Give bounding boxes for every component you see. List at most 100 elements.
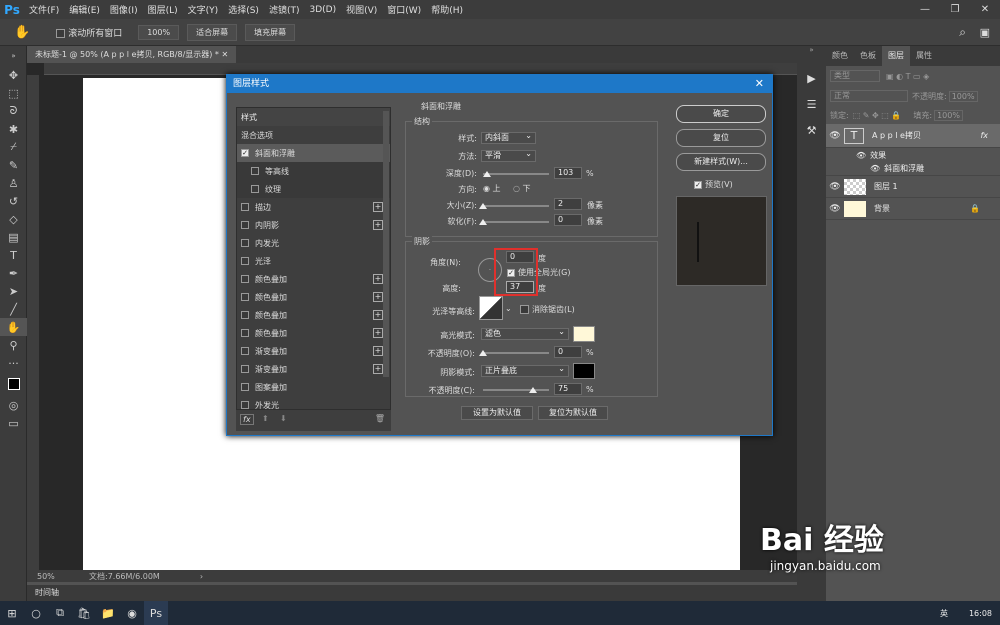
add-icon[interactable]: + bbox=[373, 202, 383, 212]
depth-input[interactable]: 103 bbox=[554, 167, 582, 179]
quick-mask-icon[interactable]: ◎ bbox=[0, 396, 27, 414]
technique-select[interactable]: 平滑 bbox=[481, 149, 536, 162]
soften-slider[interactable] bbox=[483, 221, 549, 223]
styles-header[interactable]: 样式 bbox=[237, 108, 390, 126]
highlight-opacity-handle[interactable] bbox=[479, 350, 487, 356]
shadow-opacity-handle[interactable] bbox=[529, 387, 537, 393]
style-item-pattern-overlay[interactable]: 图案叠加 bbox=[237, 378, 390, 396]
brush-tool-icon[interactable]: ✎ bbox=[0, 156, 27, 174]
checkbox-checked-icon[interactable]: ✓ bbox=[241, 149, 249, 157]
filter-kind-select[interactable]: 类型 bbox=[830, 70, 880, 82]
menu-select[interactable]: 选择(S) bbox=[223, 3, 264, 16]
trash-icon[interactable]: 🗑 bbox=[375, 414, 385, 423]
fit-screen-button[interactable]: 适合屏幕 bbox=[187, 23, 238, 41]
preview-checkbox[interactable]: ✓ 预览(V) bbox=[694, 179, 733, 190]
menu-image[interactable]: 图像(I) bbox=[105, 3, 143, 16]
fx-badge[interactable]: fx bbox=[980, 131, 988, 140]
eye-icon[interactable]: 👁 bbox=[826, 182, 844, 192]
menu-view[interactable]: 视图(V) bbox=[341, 3, 382, 16]
soften-slider-handle[interactable] bbox=[479, 219, 487, 225]
menu-filter[interactable]: 滤镜(T) bbox=[264, 3, 305, 16]
hand-tool-icon[interactable]: ✋ bbox=[14, 25, 30, 40]
style-item-color-overlay[interactable]: 颜色叠加 + bbox=[237, 270, 390, 288]
bevel-style-select[interactable]: 内斜面 bbox=[481, 131, 536, 144]
checkbox[interactable] bbox=[241, 401, 249, 409]
checkbox[interactable] bbox=[241, 311, 249, 319]
soften-input[interactable]: 0 bbox=[554, 214, 582, 226]
move-tool-icon[interactable]: ✥ bbox=[0, 66, 27, 84]
menu-3d[interactable]: 3D(D) bbox=[304, 5, 341, 15]
workspace-icon[interactable]: ▣ bbox=[980, 26, 990, 39]
new-style-button[interactable]: 新建样式(W)... bbox=[676, 153, 766, 171]
add-icon[interactable]: + bbox=[373, 292, 383, 302]
depth-slider[interactable] bbox=[483, 173, 549, 175]
tools-presets-icon[interactable]: ⚒ bbox=[797, 118, 826, 144]
style-item-color-overlay[interactable]: 颜色叠加 + bbox=[237, 288, 390, 306]
checkbox[interactable] bbox=[241, 365, 249, 373]
shadow-opacity-input[interactable]: 75 bbox=[554, 383, 582, 395]
history-brush-icon[interactable]: ↺ bbox=[0, 192, 27, 210]
browser-icon[interactable]: ◉ bbox=[120, 601, 144, 625]
windows-start-icon[interactable]: ⊞ bbox=[0, 601, 24, 625]
style-item-stroke[interactable]: 描边 + bbox=[237, 198, 390, 216]
document-tab[interactable]: 未标题-1 @ 50% (A p p l e拷贝, RGB/8/显示器) * ✕ bbox=[27, 46, 237, 63]
effect-bevel-row[interactable]: 👁 斜面和浮雕 bbox=[826, 162, 1000, 176]
stamp-tool-icon[interactable]: ♙ bbox=[0, 174, 27, 192]
blend-options-item[interactable]: 混合选项 bbox=[237, 126, 390, 144]
highlight-mode-select[interactable]: 滤色 bbox=[481, 327, 569, 340]
style-item-color-overlay[interactable]: 颜色叠加 + bbox=[237, 306, 390, 324]
marquee-tool-icon[interactable]: ⬚ bbox=[0, 84, 27, 102]
move-down-icon[interactable]: ⬇ bbox=[280, 414, 287, 423]
menu-window[interactable]: 窗口(W) bbox=[382, 3, 426, 16]
eye-icon[interactable]: 👁 bbox=[826, 204, 844, 214]
filter-icons[interactable]: ▣ ◐ T ▭ ◈ bbox=[886, 72, 929, 81]
task-view-icon[interactable]: ⧉ bbox=[48, 601, 72, 625]
checkbox[interactable] bbox=[241, 329, 249, 337]
checkbox[interactable] bbox=[520, 305, 529, 314]
direction-up-radio[interactable]: ◉ 上 bbox=[483, 183, 501, 194]
eye-icon[interactable]: 👁 bbox=[826, 131, 844, 141]
gradient-tool-icon[interactable]: ▤ bbox=[0, 228, 27, 246]
dock-collapse-icon[interactable]: » bbox=[797, 46, 826, 66]
color-swatches-icon[interactable] bbox=[0, 372, 27, 396]
ok-button[interactable]: 确定 bbox=[676, 105, 766, 123]
dialog-titlebar[interactable]: 图层样式 ✕ bbox=[227, 75, 772, 93]
blend-mode-select[interactable]: 正常 bbox=[830, 90, 908, 102]
checkbox[interactable] bbox=[241, 293, 249, 301]
contour-dropdown-icon[interactable]: ⌄ bbox=[505, 304, 512, 313]
antialias-checkbox[interactable]: 消除锯齿(L) bbox=[520, 304, 575, 315]
tab-properties[interactable]: 属性 bbox=[910, 46, 938, 66]
line-tool-icon[interactable]: ╱ bbox=[0, 300, 27, 318]
menu-file[interactable]: 文件(F) bbox=[24, 3, 64, 16]
shadow-mode-select[interactable]: 正片叠底 bbox=[481, 364, 569, 377]
reset-default-button[interactable]: 复位为默认值 bbox=[538, 406, 608, 420]
checkbox[interactable] bbox=[241, 275, 249, 283]
tab-close-icon[interactable]: ✕ bbox=[221, 50, 228, 59]
search-icon[interactable]: ⌕ bbox=[959, 25, 966, 40]
fill-value[interactable]: 100% bbox=[934, 109, 963, 121]
effects-row[interactable]: 👁 效果 bbox=[826, 148, 1000, 162]
eraser-tool-icon[interactable]: ◇ bbox=[0, 210, 27, 228]
dialog-close-icon[interactable]: ✕ bbox=[755, 75, 764, 93]
tab-color[interactable]: 颜色 bbox=[826, 46, 854, 66]
store-icon[interactable]: 🛍 bbox=[72, 601, 96, 625]
zoom-level[interactable]: 50% bbox=[37, 572, 85, 581]
status-arrow-icon[interactable]: › bbox=[200, 572, 203, 581]
fill-screen-button[interactable]: 填充屏幕 bbox=[245, 23, 296, 41]
highlight-opacity-slider[interactable] bbox=[483, 352, 549, 354]
make-default-button[interactable]: 设置为默认值 bbox=[461, 406, 533, 420]
checkbox[interactable] bbox=[241, 239, 249, 247]
clock[interactable]: 16:08 bbox=[969, 609, 992, 618]
highlight-color-swatch[interactable] bbox=[573, 326, 595, 342]
direction-down-radio[interactable]: ○ 下 bbox=[513, 183, 531, 194]
checkbox[interactable] bbox=[241, 257, 249, 265]
shadow-color-swatch[interactable] bbox=[573, 363, 595, 379]
tab-layers[interactable]: 图层 bbox=[882, 46, 910, 66]
more-tools-icon[interactable]: ··· bbox=[0, 354, 27, 372]
add-icon[interactable]: + bbox=[373, 310, 383, 320]
size-slider-handle[interactable] bbox=[479, 203, 487, 209]
explorer-icon[interactable]: 📁 bbox=[96, 601, 120, 625]
scroll-all-checkbox[interactable]: 滚动所有窗口 bbox=[56, 26, 122, 39]
hand-tool-icon[interactable]: ✋ bbox=[0, 318, 27, 336]
layer-row-layer1[interactable]: 👁 图层 1 bbox=[826, 176, 1000, 198]
